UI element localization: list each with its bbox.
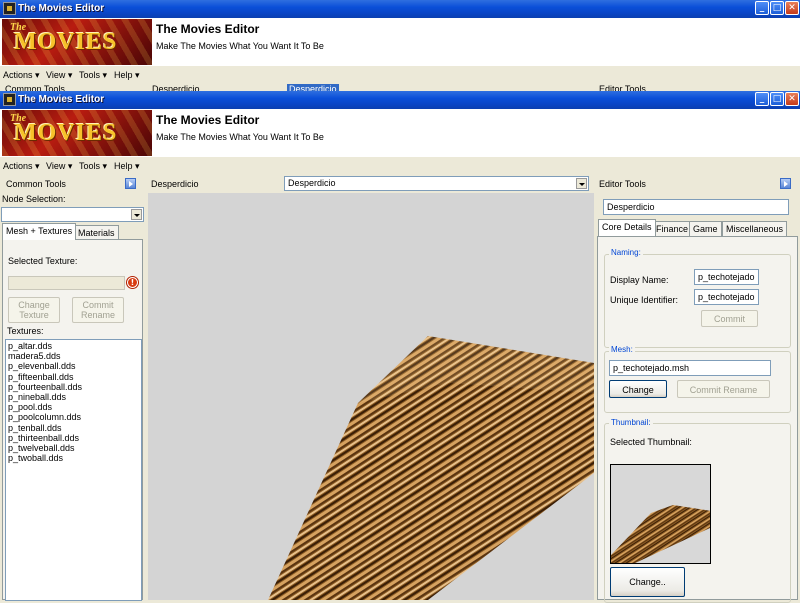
mesh-file-field[interactable]: p_techotejado.msh <box>609 360 771 376</box>
bg-app-title: The Movies Editor <box>156 22 260 36</box>
unique-identifier-field[interactable]: p_techotejado <box>694 289 759 305</box>
thumbnail-preview <box>611 505 710 563</box>
menubar: Actions ▾ View ▾ Tools ▾ Help ▾ <box>0 157 800 175</box>
naming-group-label: Naming: <box>609 248 643 257</box>
menu-view[interactable]: View ▾ <box>46 161 72 172</box>
texture-list-item[interactable]: madera5.dds <box>8 351 139 361</box>
chevron-down-icon[interactable] <box>576 178 587 189</box>
tab-core-details[interactable]: Core Details <box>598 219 656 236</box>
texture-list-item[interactable]: p_elevenball.dds <box>8 361 139 371</box>
menu-tools[interactable]: Tools ▾ <box>79 161 107 172</box>
bg-app-subtitle: Make The Movies What You Want It To Be <box>156 41 324 51</box>
app-icon <box>3 93 16 106</box>
display-name-field[interactable]: p_techotejado <box>694 269 759 285</box>
thumbnail-group-label: Thumbnail: <box>609 418 653 427</box>
tab-miscellaneous[interactable]: Miscellaneous <box>722 221 788 236</box>
thumbnail-image <box>610 464 711 564</box>
texture-list-item[interactable]: p_tenball.dds <box>8 423 139 433</box>
selected-texture-label: Selected Texture: <box>8 256 78 266</box>
bg-menu-help[interactable]: Help ▾ <box>114 70 140 81</box>
bg-maximize-button[interactable]: □ <box>770 1 784 15</box>
change-thumbnail-button[interactable]: Change.. <box>610 567 685 597</box>
commit-rename-mesh-button[interactable]: Commit Rename <box>677 380 770 398</box>
commit-rename-button[interactable]: Commit Rename <box>72 297 124 323</box>
window-title: The Movies Editor <box>18 94 105 105</box>
node-name-label: Desperdicio <box>151 179 199 189</box>
core-details-page: Naming: Display Name: p_techotejado Uniq… <box>597 236 798 603</box>
tab-mesh-textures[interactable]: Mesh + Textures <box>2 223 77 240</box>
change-texture-button[interactable]: Change Texture <box>8 297 60 323</box>
bg-menu-actions[interactable]: Actions ▾ <box>3 70 40 81</box>
bg-movies-logo: The MOVIES <box>2 19 152 65</box>
movies-logo: The MOVIES <box>2 110 152 156</box>
chevron-down-icon[interactable] <box>131 209 142 220</box>
maximize-button[interactable]: □ <box>770 92 784 106</box>
minimize-button[interactable]: _ <box>755 92 769 106</box>
node-dropdown[interactable]: Desperdicio <box>284 176 589 191</box>
unique-identifier-label: Unique Identifier: <box>610 295 679 305</box>
display-name-label: Display Name: <box>610 275 669 285</box>
close-button[interactable]: ✕ <box>785 92 799 106</box>
menu-help[interactable]: Help ▾ <box>114 161 140 172</box>
bg-close-button[interactable]: ✕ <box>785 1 799 15</box>
node-dropdown-value: Desperdicio <box>288 178 336 188</box>
commit-button[interactable]: Commit <box>701 310 758 327</box>
common-tools-title: Common Tools <box>6 179 66 189</box>
texture-list-item[interactable]: p_nineball.dds <box>8 392 139 402</box>
node-selection-label: Node Selection: <box>2 194 66 204</box>
texture-list-item[interactable]: p_fourteenball.dds <box>8 382 139 392</box>
menu-actions[interactable]: Actions ▾ <box>3 161 40 172</box>
bg-menu-tools[interactable]: Tools ▾ <box>79 70 107 81</box>
texture-list-item[interactable]: p_twoball.dds <box>8 453 139 463</box>
bg-window-titlebar[interactable]: The Movies Editor _ □ ✕ <box>0 0 800 18</box>
texture-list-item[interactable]: p_twelveball.dds <box>8 443 139 453</box>
header: The MOVIES The Movies Editor Make The Mo… <box>0 109 800 157</box>
tab-finance[interactable]: Finance <box>652 221 693 236</box>
editor-tools-panel: Editor Tools Desperdicio Core Details Fi… <box>596 175 800 603</box>
bg-menu-view[interactable]: View ▾ <box>46 70 72 81</box>
pin-panel-icon[interactable] <box>125 178 136 189</box>
bg-window-title: The Movies Editor <box>18 3 105 14</box>
3d-viewport[interactable] <box>148 193 594 600</box>
common-tools-panel: Common Tools Node Selection: Mesh + Text… <box>0 175 146 601</box>
bg-menubar: Actions ▾ View ▾ Tools ▾ Help ▾ <box>0 66 800 84</box>
window-titlebar[interactable]: The Movies Editor _ □ ✕ <box>0 91 800 109</box>
texture-list-item[interactable]: p_poolcolumn.dds <box>8 412 139 422</box>
selected-thumbnail-label: Selected Thumbnail: <box>610 437 692 447</box>
editor-tools-title: Editor Tools <box>599 179 646 189</box>
mesh-preview <box>268 336 594 600</box>
logo-word: MOVIES <box>14 120 118 146</box>
textures-label: Textures: <box>7 326 44 336</box>
texture-list-item[interactable]: p_fifteenball.dds <box>8 372 139 382</box>
mesh-group-label: Mesh: <box>609 345 635 354</box>
mesh-textures-page: Selected Texture: ! Change Texture Commi… <box>2 239 143 601</box>
node-selection-dropdown[interactable] <box>1 207 144 222</box>
texture-list-item[interactable]: p_altar.dds <box>8 341 139 351</box>
texture-list-item[interactable]: p_thirteenball.dds <box>8 433 139 443</box>
selected-texture-field <box>8 276 125 290</box>
app-title: The Movies Editor <box>156 113 260 127</box>
change-mesh-button[interactable]: Change <box>609 380 667 398</box>
app-subtitle: Make The Movies What You Want It To Be <box>156 132 324 142</box>
node-name-field[interactable]: Desperdicio <box>603 199 789 215</box>
pin-panel-icon[interactable] <box>780 178 791 189</box>
bg-minimize-button[interactable]: _ <box>755 1 769 15</box>
textures-list[interactable]: p_altar.dds madera5.dds p_elevenball.dds p_… <box>5 339 142 601</box>
error-icon: ! <box>127 277 138 288</box>
app-icon <box>3 2 16 15</box>
bg-header: The MOVIES The Movies Editor Make The Mo… <box>0 18 800 66</box>
tab-materials[interactable]: Materials <box>74 225 119 240</box>
bg-logo-word: MOVIES <box>14 29 118 55</box>
tab-game[interactable]: Game <box>689 221 722 236</box>
texture-list-item[interactable]: p_pool.dds <box>8 402 139 412</box>
